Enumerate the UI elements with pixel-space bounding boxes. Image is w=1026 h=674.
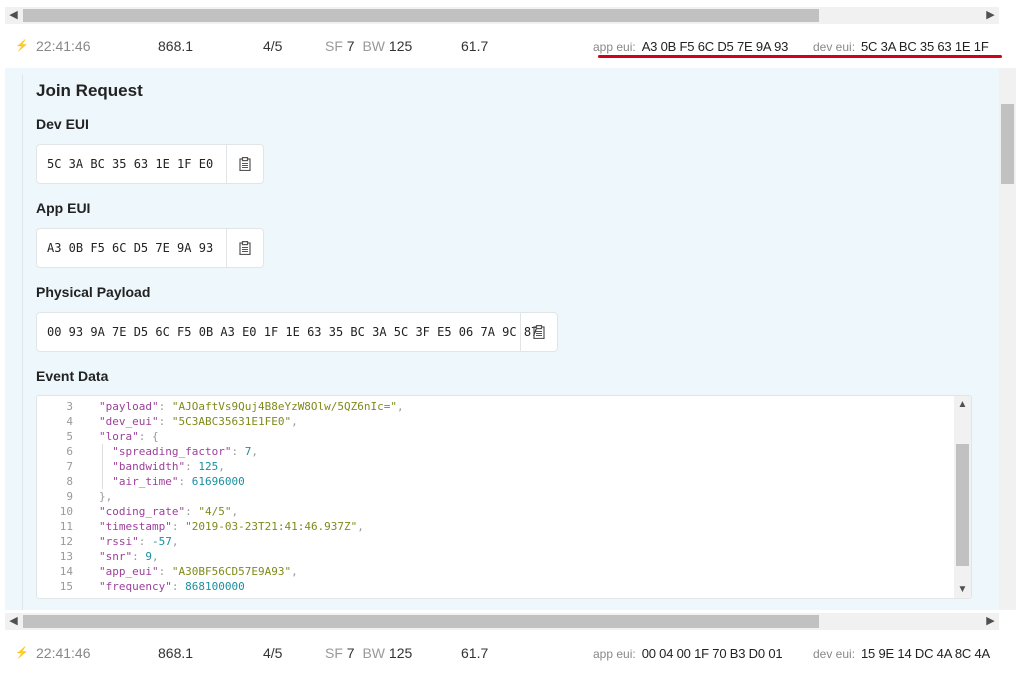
line-number: 11 — [59, 520, 73, 533]
line-code: "rssi": -57, — [99, 535, 179, 548]
line-code: "spreading_factor": 7, — [112, 445, 258, 458]
copy-payload-button[interactable] — [520, 313, 557, 351]
panel-vertical-scrollbar[interactable] — [999, 68, 1016, 610]
packet-app-eui: app eui: A3 0B F5 6C D5 7E 9A 93 — [593, 26, 788, 67]
bw-label: BW — [362, 645, 386, 661]
line-number: 6 — [66, 445, 73, 458]
dev-eui-text[interactable]: 5C 3A BC 35 63 1E 1F E0 — [47, 145, 213, 183]
indent-guide — [102, 444, 103, 489]
scroll-right-arrow-icon[interactable]: ▶ — [982, 7, 999, 24]
line-code: "payload": "AJOaftVs9Quj4B8eYzW8Olw/5QZ6… — [99, 400, 404, 413]
bottom-horizontal-scrollbar[interactable]: ◀ ▶ — [5, 613, 999, 630]
dev-eui-value: 15 9E 14 DC 4A 8C 4A — [861, 646, 991, 661]
editor-vertical-scrollbar[interactable]: ▲ ▼ — [954, 396, 971, 598]
scrollbar-thumb[interactable] — [23, 615, 819, 628]
sf-value: 7 — [346, 38, 355, 54]
line-code: "timestamp": "2019-03-23T21:41:46.937Z", — [99, 520, 364, 533]
packet-dev-eui: dev eui: 5C 3A BC 35 63 1E 1F — [813, 26, 989, 67]
line-number: 8 — [66, 475, 73, 488]
packet-detail-panel: Join Request Dev EUI 5C 3A BC 35 63 1E 1… — [5, 68, 999, 610]
payload-text[interactable]: 00 93 9A 7E D5 6C F5 0B A3 E0 1F 1E 63 3… — [47, 313, 538, 351]
event-data-editor[interactable]: 3 "payload": "AJOaftVs9Quj4B8eYzW8Olw/5QZ… — [36, 395, 972, 599]
clipboard-icon — [239, 241, 251, 255]
panel-left-rule — [22, 74, 23, 610]
line-number: 12 — [59, 535, 73, 548]
scroll-left-arrow-icon[interactable]: ◀ — [5, 7, 22, 24]
detail-title: Join Request — [36, 81, 143, 100]
line-number: 4 — [66, 415, 73, 428]
app-eui-label: app eui: — [593, 40, 636, 54]
dev-eui-label: dev eui: — [813, 647, 856, 661]
bolt-icon: ⚡ — [15, 647, 29, 659]
payload-heading: Physical Payload — [36, 284, 151, 300]
dev-eui-field: 5C 3A BC 35 63 1E 1F E0 — [36, 144, 264, 184]
clipboard-icon — [533, 325, 545, 339]
packet-time: 22:41:46 — [36, 38, 91, 54]
packet-sf-bw: SF 7 BW 125 — [325, 26, 416, 66]
scroll-up-arrow-icon[interactable]: ▲ — [954, 396, 971, 413]
packet-sf-bw: SF 7 BW 125 — [325, 633, 416, 673]
bw-value: 125 — [388, 645, 413, 661]
dev-eui-label: dev eui: — [813, 40, 856, 54]
packet-app-eui: app eui: 00 04 00 1F 70 B3 D0 01 — [593, 633, 783, 674]
highlight-underline — [598, 55, 1002, 58]
line-code: "dev_eui": "5C3ABC35631E1FE0", — [99, 415, 298, 428]
packet-coding-rate: 4/5 — [263, 645, 283, 661]
sf-label: SF — [325, 645, 343, 661]
bw-value: 125 — [388, 38, 413, 54]
packet-coding-rate: 4/5 — [263, 38, 283, 54]
packet-dev-eui: dev eui: 15 9E 14 DC 4A 8C 4A — [813, 633, 990, 674]
app-eui-heading: App EUI — [36, 200, 91, 216]
bw-label: BW — [362, 38, 386, 54]
line-code: "snr": 9, — [99, 550, 159, 563]
line-code: "frequency": 868100000 — [99, 580, 245, 593]
line-number: 13 — [59, 550, 73, 563]
line-code: "coding_rate": "4/5", — [99, 505, 239, 518]
line-number: 7 — [66, 460, 73, 473]
copy-app-eui-button[interactable] — [226, 229, 263, 267]
line-number: 14 — [59, 565, 73, 578]
editor-lines[interactable]: 3 "payload": "AJOaftVs9Quj4B8eYzW8Olw/5QZ… — [37, 396, 953, 598]
line-code: "bandwidth": 125, — [112, 460, 225, 473]
sf-value: 7 — [346, 645, 355, 661]
line-code: "lora": { — [99, 430, 159, 443]
line-number: 5 — [66, 430, 73, 443]
line-number: 9 — [66, 490, 73, 503]
editor-scrollbar-thumb[interactable] — [956, 444, 969, 566]
scroll-left-arrow-icon[interactable]: ◀ — [5, 613, 22, 630]
app-eui-field: A3 0B F5 6C D5 7E 9A 93 — [36, 228, 264, 268]
panel-scrollbar-thumb[interactable] — [1001, 104, 1014, 184]
line-code: "app_eui": "A30BF56CD57E9A93", — [99, 565, 298, 578]
app-eui-value: 00 04 00 1F 70 B3 D0 01 — [641, 646, 783, 661]
clipboard-icon — [239, 157, 251, 171]
line-code: "air_time": 61696000 — [112, 475, 245, 488]
line-code: }, — [99, 490, 113, 503]
line-number: 10 — [59, 505, 73, 518]
packet-time: 22:41:46 — [36, 645, 91, 661]
bolt-icon: ⚡ — [15, 40, 29, 52]
sf-label: SF — [325, 38, 343, 54]
scrollbar-thumb[interactable] — [23, 9, 819, 22]
app-eui-value: A3 0B F5 6C D5 7E 9A 93 — [641, 39, 789, 54]
copy-dev-eui-button[interactable] — [226, 145, 263, 183]
packet-row[interactable]: ⚡ 22:41:46 868.1 4/5 SF 7 BW 125 61.7 ap… — [5, 633, 999, 673]
app-eui-label: app eui: — [593, 647, 636, 661]
packet-airtime: 61.7 — [461, 645, 489, 661]
line-number: 3 — [66, 400, 73, 413]
dev-eui-heading: Dev EUI — [36, 116, 89, 132]
event-data-heading: Event Data — [36, 368, 109, 384]
scroll-right-arrow-icon[interactable]: ▶ — [982, 613, 999, 630]
packet-airtime: 61.7 — [461, 38, 489, 54]
packet-frequency: 868.1 — [158, 38, 194, 54]
scroll-down-arrow-icon[interactable]: ▼ — [954, 581, 971, 598]
line-number: 15 — [59, 580, 73, 593]
app-eui-text[interactable]: A3 0B F5 6C D5 7E 9A 93 — [47, 229, 213, 267]
dev-eui-value: 5C 3A BC 35 63 1E 1F — [861, 39, 989, 54]
packet-frequency: 868.1 — [158, 645, 194, 661]
top-horizontal-scrollbar[interactable]: ◀ ▶ — [5, 7, 999, 24]
packet-row[interactable]: ⚡ 22:41:46 868.1 4/5 SF 7 BW 125 61.7 ap… — [5, 26, 999, 66]
payload-field: 00 93 9A 7E D5 6C F5 0B A3 E0 1F 1E 63 3… — [36, 312, 558, 352]
